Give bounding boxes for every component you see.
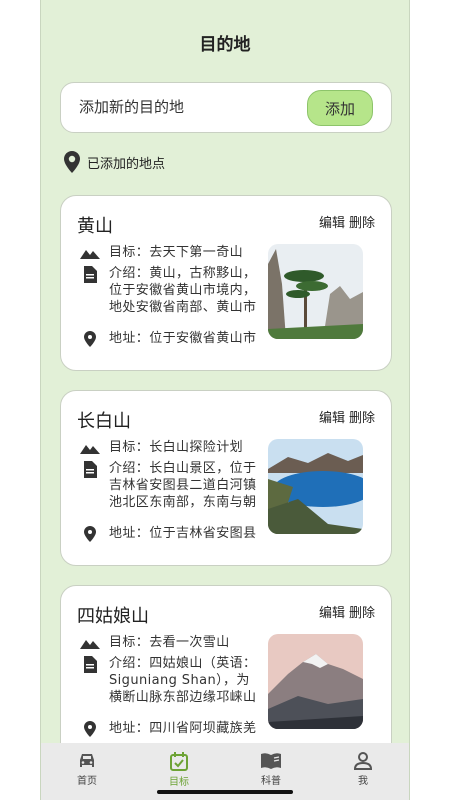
edit-button[interactable]: 编辑 [319,407,345,426]
goal-text: 目标：去天下第一奇山 [109,245,244,260]
home-indicator [157,790,293,794]
document-icon [84,460,97,478]
document-icon [84,265,97,283]
page-title: 目的地 [199,35,251,55]
calendar-check-icon [170,752,188,771]
intro-text: 介绍：黄山，古称黟山，位于安徽省黄山市境内，地处安徽省南部、黄山市 [109,266,257,315]
address-text: 地址：四川省阿坝藏族羌 [109,721,257,736]
section-label: 已添加的地点 [87,156,166,172]
add-button[interactable]: 添加 [307,90,373,126]
destination-photo [268,634,363,729]
mountain-icon [80,640,100,649]
document-icon [84,655,97,673]
destination-card[interactable]: 黄山 编辑 删除 目标：去天下第一奇山 介绍：黄山，古称黟山，位于安徽省黄山市境… [60,195,392,371]
destination-card[interactable]: 长白山 编辑 删除 目标：长白山探险计划 介绍：长白山景区，位于吉林省安图县二道… [60,390,392,566]
destination-photo [268,439,363,534]
destination-name: 长白山 [77,411,131,432]
goal-text: 目标：去看一次雪山 [109,635,230,650]
location-pin-icon [64,151,80,173]
destination-input[interactable] [79,98,299,116]
mountain-icon [80,445,100,454]
section-header: 已添加的地点 [63,150,165,174]
address-text: 地址：位于安徽省黄山市 [109,331,257,346]
mountain-icon [80,250,100,259]
location-pin-icon [84,331,96,347]
location-pin-icon [84,721,96,737]
destination-name: 四姑娘山 [77,606,149,627]
destination-card[interactable]: 四姑娘山 编辑 删除 目标：去看一次雪山 介绍：四姑娘山（英语：Sigunian… [60,585,392,761]
tab-home-label: 首页 [77,776,97,787]
delete-button[interactable]: 删除 [349,407,375,426]
goal-text: 目标：长白山探险计划 [109,440,244,455]
edit-button[interactable]: 编辑 [319,212,345,231]
location-pin-icon [84,526,96,542]
tab-me-label: 我 [358,776,368,787]
book-icon [261,753,281,769]
tab-home[interactable]: 首页 [57,752,117,787]
car-icon [80,754,94,767]
destination-name: 黄山 [77,216,113,237]
tab-goals-label: 目标 [169,777,189,788]
tab-science-label: 科普 [261,776,281,787]
delete-button[interactable]: 删除 [349,212,375,231]
tab-goals[interactable]: 目标 [149,752,209,788]
tab-science[interactable]: 科普 [241,752,301,787]
app-screen: 目的地 添加 已添加的地点 黄山 编辑 删除 目标：去天下第一奇山 介绍：黄山，… [40,0,410,800]
intro-text: 介绍：四姑娘山（英语：Siguniang Shan），为横断山脉东部边缘邛崃山 [109,656,257,705]
person-icon [354,752,372,770]
delete-button[interactable]: 删除 [349,602,375,621]
intro-text: 介绍：长白山景区，位于吉林省安图县二道白河镇池北区东南部，东南与朝 [109,461,257,510]
tab-me[interactable]: 我 [333,752,393,787]
edit-button[interactable]: 编辑 [319,602,345,621]
destination-photo [268,244,363,339]
address-text: 地址：位于吉林省安图县 [109,526,257,541]
add-destination-bar: 添加 [60,82,392,133]
